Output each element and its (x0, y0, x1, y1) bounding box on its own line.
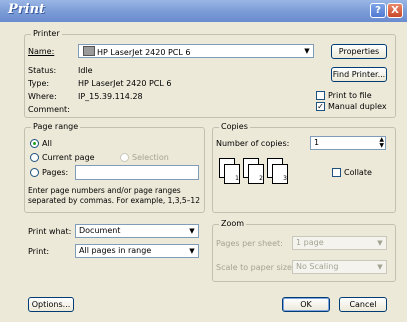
chevron-down-icon: ▼ (189, 227, 195, 235)
status-value: Idle (78, 66, 93, 75)
cancel-button[interactable]: Cancel (339, 297, 387, 312)
scale-to-paper-select[interactable]: No Scaling ▼ (292, 260, 387, 274)
scale-to-paper-value: No Scaling (296, 262, 339, 271)
chevron-down-icon: ▼ (189, 247, 195, 255)
radio-current-page-label: Current page (42, 153, 95, 162)
print-to-file-checkbox[interactable] (316, 91, 325, 100)
find-printer-button[interactable]: Find Printer... (331, 67, 387, 82)
manual-duplex-label: Manual duplex (328, 102, 387, 111)
printer-name-select[interactable]: HP LaserJet 2420 PCL 6 ▼ (78, 44, 314, 58)
collate-label: Collate (344, 168, 372, 177)
page-stack-1: 1 (219, 158, 240, 186)
print-select[interactable]: All pages in range ▼ (75, 244, 199, 258)
print-value: All pages in range (79, 246, 152, 255)
where-value: IP_15.39.114.28 (78, 92, 143, 101)
scale-to-paper-label: Scale to paper size: (216, 263, 295, 272)
status-label: Status: (28, 66, 57, 75)
spin-down-icon[interactable]: ▼ (379, 142, 384, 149)
page-range-label: Page range (31, 122, 81, 131)
radio-pages[interactable] (30, 168, 39, 177)
zoom-label: Zoom (219, 219, 247, 228)
pages-input[interactable] (75, 165, 199, 180)
title-bar: Print ? X (0, 0, 407, 22)
radio-all-label: All (42, 139, 52, 148)
printer-name-label: Name: (28, 47, 55, 56)
page-range-hint: Enter page numbers and/or page ranges se… (28, 186, 200, 205)
print-what-select[interactable]: Document ▼ (75, 224, 199, 238)
pages-per-sheet-value: 1 page (296, 238, 324, 247)
collate-illustration: 1 2 3 (215, 158, 315, 202)
page-number: 2 (248, 164, 264, 184)
radio-current-page[interactable] (30, 153, 39, 162)
ok-button[interactable]: OK (282, 297, 330, 312)
where-label: Where: (28, 92, 57, 101)
window-title: Print (8, 2, 46, 17)
radio-selection[interactable] (120, 153, 129, 162)
print-what-value: Document (79, 226, 121, 235)
radio-selection-label: Selection (132, 153, 169, 162)
print-to-file-label: Print to file (328, 91, 372, 100)
properties-button[interactable]: Properties (331, 44, 387, 59)
printer-icon (83, 46, 95, 56)
help-icon[interactable]: ? (370, 3, 386, 18)
pages-per-sheet-label: Pages per sheet: (216, 239, 283, 248)
pages-per-sheet-select[interactable]: 1 page ▼ (292, 236, 387, 250)
number-of-copies-value: 1 (314, 138, 320, 147)
print-dialog: Print ? X Printer Name: HP LaserJet 2420… (0, 0, 407, 322)
print-what-label: Print what: (28, 227, 72, 236)
comment-label: Comment: (28, 105, 70, 114)
radio-pages-label: Pages: (42, 168, 69, 177)
printer-name-value: HP LaserJet 2420 PCL 6 (97, 48, 191, 57)
number-of-copies-label: Number of copies: (216, 139, 290, 148)
radio-all[interactable] (30, 139, 39, 148)
chevron-down-icon: ▼ (377, 239, 383, 247)
type-label: Type: (28, 79, 50, 88)
page-stack-2: 2 (243, 158, 264, 186)
chevron-down-icon: ▼ (377, 263, 383, 271)
options-button[interactable]: Options... (28, 297, 74, 312)
manual-duplex-checkbox[interactable]: ✓ (316, 102, 325, 111)
page-number: 1 (224, 164, 240, 184)
printer-group-label: Printer (31, 29, 62, 38)
page-stack-3: 3 (267, 158, 288, 186)
close-icon[interactable]: X (387, 3, 403, 18)
number-of-copies-input[interactable]: 1 ▲ ▼ (310, 136, 386, 150)
copies-label: Copies (219, 122, 250, 131)
print-label: Print: (28, 247, 50, 256)
type-value: HP LaserJet 2420 PCL 6 (78, 79, 172, 88)
page-number: 3 (272, 164, 288, 184)
collate-checkbox[interactable] (332, 168, 341, 177)
chevron-down-icon: ▼ (304, 47, 310, 55)
